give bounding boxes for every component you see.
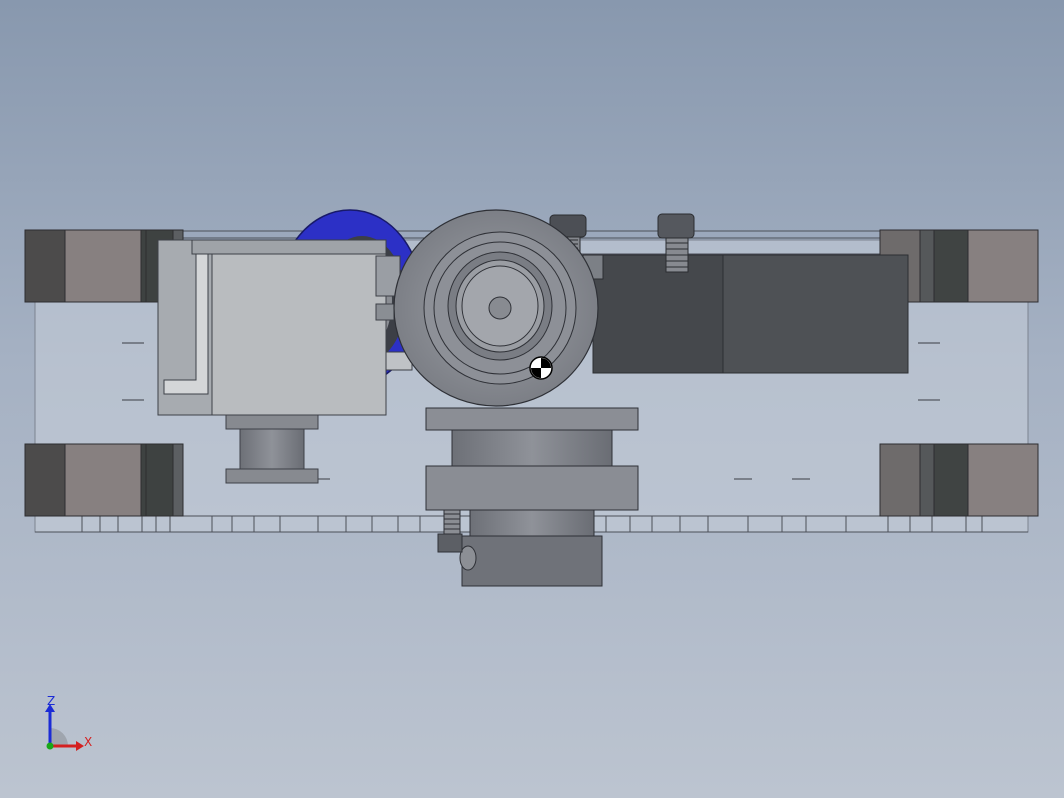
z-axis-label: Z bbox=[47, 696, 55, 708]
right-motor-block[interactable] bbox=[582, 254, 909, 374]
orientation-triad: Z X bbox=[45, 696, 92, 751]
triad-plane bbox=[50, 728, 68, 746]
left-bottom-bearing-block[interactable] bbox=[24, 443, 184, 517]
main-pulley[interactable] bbox=[393, 209, 599, 407]
graphics-viewport[interactable]: Z X bbox=[0, 0, 1064, 798]
drive-shaft-collars[interactable] bbox=[425, 407, 639, 587]
left-motor-bracket[interactable] bbox=[157, 239, 413, 416]
origin-dot bbox=[46, 742, 54, 750]
left-idler-pulley[interactable] bbox=[225, 414, 319, 484]
right-bottom-bearing-block[interactable] bbox=[879, 443, 1039, 517]
center-of-mass-icon[interactable] bbox=[529, 356, 553, 380]
assembly-model[interactable] bbox=[0, 0, 1064, 798]
x-axis-label: X bbox=[84, 735, 92, 749]
